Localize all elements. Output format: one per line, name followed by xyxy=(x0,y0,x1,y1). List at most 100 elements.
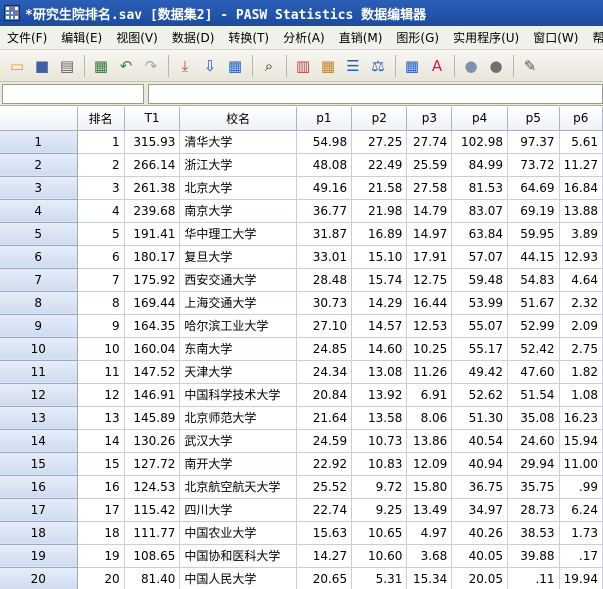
data-cell[interactable]: 28.48 xyxy=(296,268,353,292)
data-cell[interactable]: 7 xyxy=(77,268,125,292)
data-cell[interactable]: 59.95 xyxy=(507,222,560,246)
data-cell[interactable]: 清华大学 xyxy=(179,130,297,154)
data-cell[interactable]: 35.75 xyxy=(507,475,560,499)
menu-item-9[interactable]: 窗口(W) xyxy=(526,29,585,46)
data-cell[interactable]: 8.06 xyxy=(406,406,453,430)
data-cell[interactable]: 13.49 xyxy=(406,498,453,522)
data-cell[interactable]: 9 xyxy=(77,314,125,338)
data-cell[interactable]: 12.75 xyxy=(406,268,453,292)
data-cell[interactable]: 北京大学 xyxy=(179,176,297,200)
cell-reference-field[interactable] xyxy=(2,84,144,104)
data-cell[interactable]: 36.75 xyxy=(451,475,509,499)
data-cell[interactable]: 21.98 xyxy=(351,199,408,223)
data-cell[interactable]: 2.09 xyxy=(559,314,603,338)
row-header[interactable]: 17 xyxy=(0,498,78,522)
row-header[interactable]: 15 xyxy=(0,452,78,476)
menu-item-1[interactable]: 编辑(E) xyxy=(54,29,109,46)
data-cell[interactable]: 6.24 xyxy=(559,498,603,522)
data-cell[interactable]: 64.69 xyxy=(507,176,560,200)
data-cell[interactable]: 10.83 xyxy=(351,452,408,476)
variables-icon[interactable]: ▦ xyxy=(224,55,246,77)
data-cell[interactable]: 14 xyxy=(77,429,125,453)
data-cell[interactable]: 54.83 xyxy=(507,268,560,292)
data-cell[interactable]: 191.41 xyxy=(124,222,181,246)
data-cell[interactable]: .99 xyxy=(559,475,603,499)
data-cell[interactable]: 130.26 xyxy=(124,429,181,453)
menu-item-6[interactable]: 直销(M) xyxy=(332,29,390,46)
menu-item-10[interactable]: 帮 xyxy=(585,29,603,46)
data-cell[interactable]: 55.07 xyxy=(451,314,509,338)
data-cell[interactable]: 24.60 xyxy=(507,429,560,453)
data-cell[interactable]: 22.49 xyxy=(351,153,408,177)
redo-icon[interactable]: ↷ xyxy=(140,55,162,77)
data-cell[interactable]: 84.99 xyxy=(451,153,509,177)
data-cell[interactable]: 10.65 xyxy=(351,521,408,545)
data-cell[interactable]: 19 xyxy=(77,544,125,568)
row-header[interactable]: 14 xyxy=(0,429,78,453)
column-header[interactable]: p4 xyxy=(451,107,509,131)
column-header[interactable]: T1 xyxy=(124,107,181,131)
data-cell[interactable]: 17 xyxy=(77,498,125,522)
data-cell[interactable]: 53.99 xyxy=(451,291,509,315)
data-cell[interactable]: 35.08 xyxy=(507,406,560,430)
data-cell[interactable]: 12.93 xyxy=(559,245,603,269)
menu-item-3[interactable]: 数据(D) xyxy=(165,29,222,46)
data-cell[interactable]: 浙江大学 xyxy=(179,153,297,177)
data-cell[interactable]: 华中理工大学 xyxy=(179,222,297,246)
row-header[interactable]: 2 xyxy=(0,153,78,177)
menu-item-0[interactable]: 文件(F) xyxy=(0,29,54,46)
goto-case-icon[interactable]: ⤓ xyxy=(174,55,196,77)
data-cell[interactable]: 49.42 xyxy=(451,360,509,384)
data-cell[interactable]: 15.94 xyxy=(559,429,603,453)
data-cell[interactable]: 15.10 xyxy=(351,245,408,269)
data-cell[interactable]: 51.30 xyxy=(451,406,509,430)
data-cell[interactable]: 261.38 xyxy=(124,176,181,200)
data-cell[interactable]: 16.23 xyxy=(559,406,603,430)
data-cell[interactable]: 1.73 xyxy=(559,521,603,545)
data-cell[interactable]: 169.44 xyxy=(124,291,181,315)
use-sets-icon[interactable]: ● xyxy=(460,55,482,77)
data-cell[interactable]: 13.08 xyxy=(351,360,408,384)
data-cell[interactable]: 55.17 xyxy=(451,337,509,361)
data-cell[interactable]: 18 xyxy=(77,521,125,545)
data-cell[interactable]: 13.88 xyxy=(559,199,603,223)
undo-icon[interactable]: ↶ xyxy=(115,55,137,77)
row-header[interactable]: 7 xyxy=(0,268,78,292)
insert-cases-icon[interactable]: ▥ xyxy=(292,55,314,77)
data-cell[interactable]: 24.59 xyxy=(296,429,353,453)
data-cell[interactable]: 16 xyxy=(77,475,125,499)
data-cell[interactable]: 33.01 xyxy=(296,245,353,269)
data-cell[interactable]: 15.63 xyxy=(296,521,353,545)
row-header[interactable]: 13 xyxy=(0,406,78,430)
data-cell[interactable]: 南京大学 xyxy=(179,199,297,223)
data-cell[interactable]: 20.65 xyxy=(296,567,353,589)
data-cell[interactable]: 52.42 xyxy=(507,337,560,361)
data-cell[interactable]: 四川大学 xyxy=(179,498,297,522)
data-cell[interactable]: 315.93 xyxy=(124,130,181,154)
data-cell[interactable]: 复旦大学 xyxy=(179,245,297,269)
data-cell[interactable]: 22.92 xyxy=(296,452,353,476)
data-cell[interactable]: 10.73 xyxy=(351,429,408,453)
data-cell[interactable]: 20.84 xyxy=(296,383,353,407)
data-cell[interactable]: 12.09 xyxy=(406,452,453,476)
data-cell[interactable]: 21.64 xyxy=(296,406,353,430)
column-header[interactable]: p6 xyxy=(559,107,603,131)
open-icon[interactable]: ▭ xyxy=(6,55,28,77)
data-cell[interactable]: 3.89 xyxy=(559,222,603,246)
data-cell[interactable]: 8 xyxy=(77,291,125,315)
data-cell[interactable]: 147.52 xyxy=(124,360,181,384)
goto-variable-icon[interactable]: ⇩ xyxy=(199,55,221,77)
data-cell[interactable]: 180.17 xyxy=(124,245,181,269)
row-header[interactable]: 6 xyxy=(0,245,78,269)
data-cell[interactable]: 16.84 xyxy=(559,176,603,200)
menu-item-4[interactable]: 转换(T) xyxy=(221,29,276,46)
row-header[interactable]: 20 xyxy=(0,567,78,589)
data-cell[interactable]: 54.98 xyxy=(296,130,353,154)
data-cell[interactable]: 25.59 xyxy=(406,153,453,177)
data-cell[interactable]: 10 xyxy=(77,337,125,361)
data-cell[interactable]: 31.87 xyxy=(296,222,353,246)
data-cell[interactable]: 17.91 xyxy=(406,245,453,269)
data-cell[interactable]: 39.88 xyxy=(507,544,560,568)
data-cell[interactable]: 北京师范大学 xyxy=(179,406,297,430)
data-cell[interactable]: 24.34 xyxy=(296,360,353,384)
